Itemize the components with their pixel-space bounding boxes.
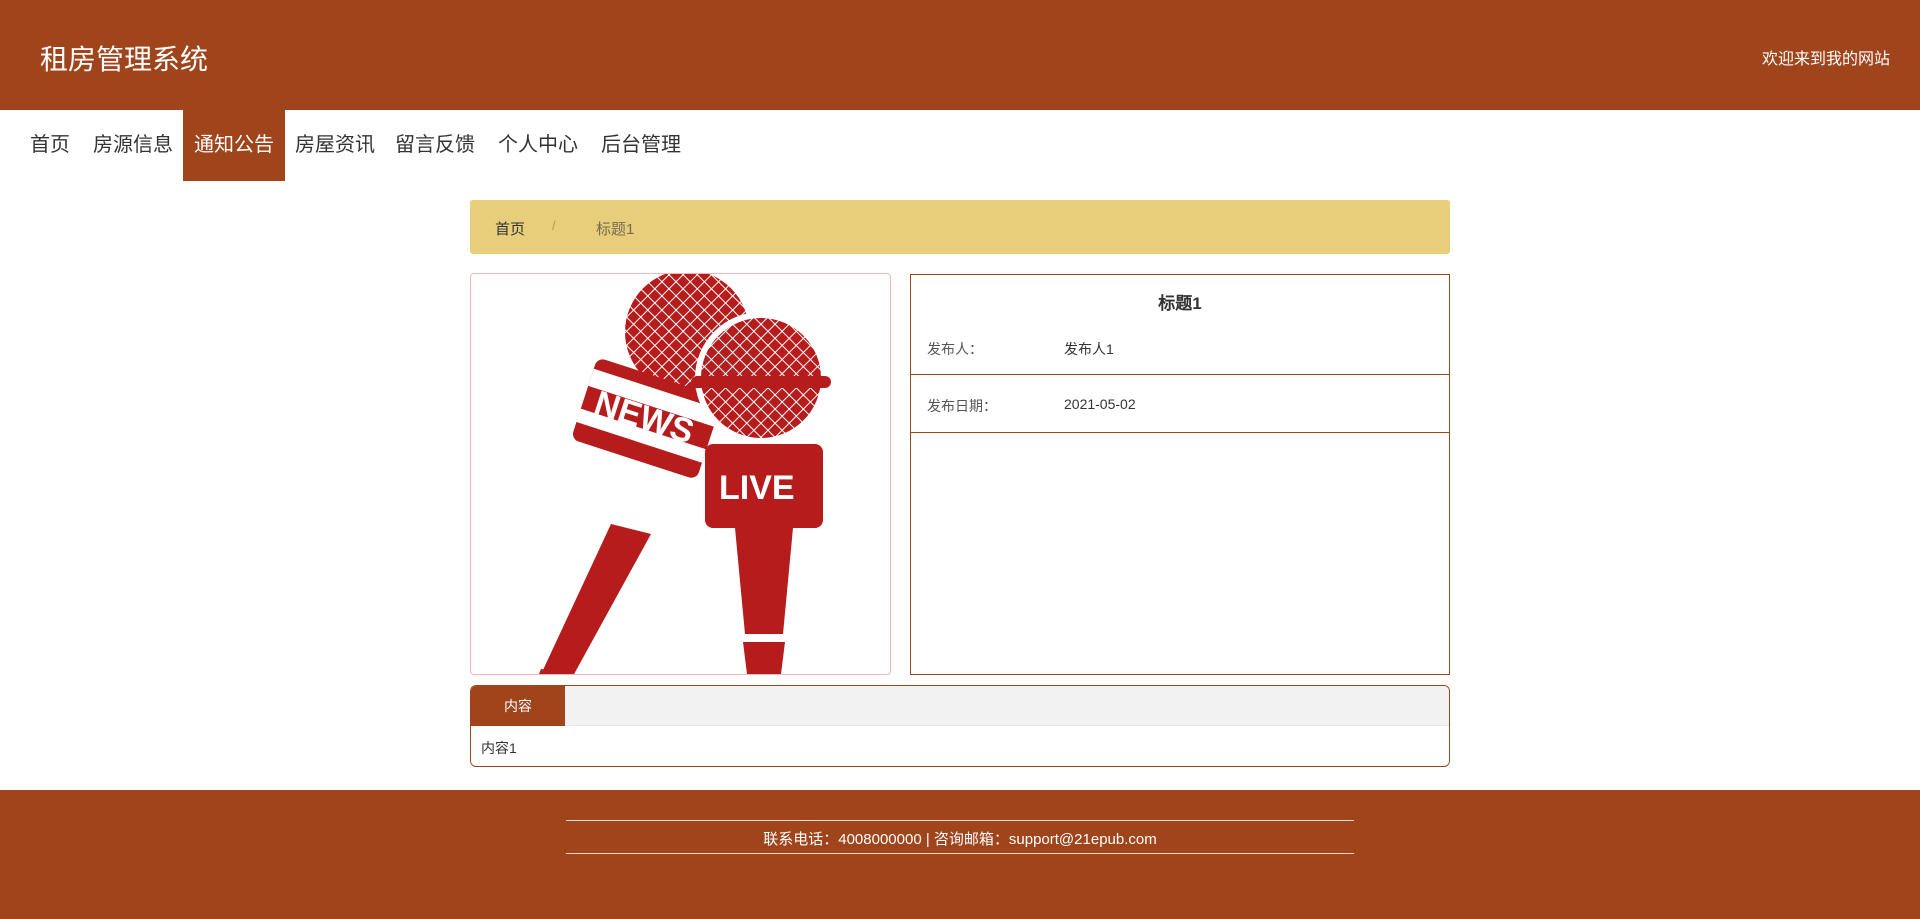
content-text: 内容1 bbox=[481, 740, 517, 756]
footer-divider-top bbox=[566, 820, 1354, 821]
footer-contact-text: 联系电话：4008000000 | 咨询邮箱：support@21epub.co… bbox=[763, 831, 1157, 848]
publisher-row: 发布人： 发布人1 bbox=[911, 318, 1449, 375]
publisher-label: 发布人： bbox=[927, 341, 983, 357]
site-header: 租房管理系统 欢迎来到我的网站 bbox=[0, 0, 1920, 110]
nav-item-admin[interactable]: 后台管理 bbox=[596, 110, 686, 181]
nav-item-news[interactable]: 房屋资讯 bbox=[290, 110, 380, 181]
notice-title: 标题1 bbox=[1158, 294, 1202, 313]
tab-content[interactable]: 内容 bbox=[471, 686, 565, 726]
notice-detail-panel: 标题1 发布人： 发布人1 发布日期： 2021-05-02 bbox=[910, 274, 1450, 675]
main-nav: 首页 房源信息 通知公告 房屋资讯 留言反馈 个人中心 后台管理 bbox=[0, 110, 1920, 181]
nav-item-feedback[interactable]: 留言反馈 bbox=[390, 110, 480, 181]
publisher-value: 发布人1 bbox=[1064, 341, 1114, 357]
breadcrumb-home-link[interactable]: 首页 bbox=[495, 218, 525, 239]
nav-item-notices[interactable]: 通知公告 bbox=[183, 110, 285, 181]
site-title: 租房管理系统 bbox=[40, 44, 209, 75]
breadcrumb: 首页 / 标题1 bbox=[470, 200, 1450, 254]
publish-date-row: 发布日期： 2021-05-02 bbox=[911, 376, 1449, 433]
nav-item-profile[interactable]: 个人中心 bbox=[493, 110, 583, 181]
content-panel: 内容 内容1 bbox=[470, 685, 1450, 767]
publish-date-label: 发布日期： bbox=[927, 398, 997, 414]
publish-date-value: 2021-05-02 bbox=[1064, 396, 1136, 412]
svg-text:LIVE: LIVE bbox=[719, 469, 795, 507]
nav-item-home[interactable]: 首页 bbox=[20, 110, 80, 181]
welcome-text: 欢迎来到我的网站 bbox=[1761, 51, 1890, 68]
site-footer: 联系电话：4008000000 | 咨询邮箱：support@21epub.co… bbox=[0, 790, 1920, 919]
footer-divider-bottom bbox=[566, 853, 1354, 854]
news-live-microphones-icon: NEWS LIVE bbox=[539, 274, 831, 674]
content-tab-bar: 内容 bbox=[471, 686, 1449, 726]
notice-image: NEWS LIVE bbox=[470, 273, 891, 675]
breadcrumb-current: 标题1 bbox=[596, 221, 635, 238]
nav-item-listings[interactable]: 房源信息 bbox=[88, 110, 178, 181]
breadcrumb-separator: / bbox=[552, 218, 556, 233]
